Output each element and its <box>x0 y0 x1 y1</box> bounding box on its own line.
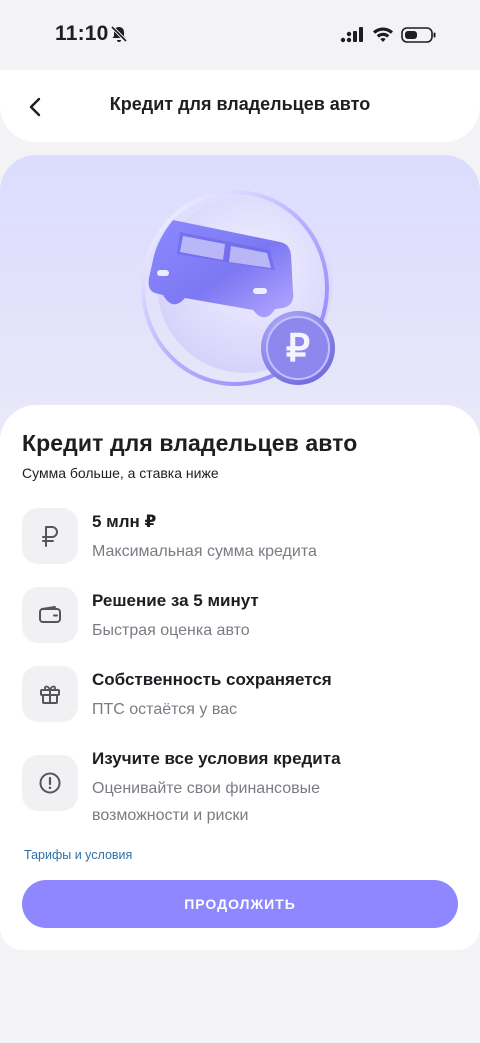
status-bar: 11:10 <box>0 0 480 70</box>
feature-icon-box <box>22 755 78 811</box>
wifi-icon <box>373 27 393 42</box>
feature-title: Изучите все условия кредита <box>92 749 341 768</box>
svg-text:₽: ₽ <box>286 328 310 370</box>
feature-description: ПТС остаётся у вас <box>92 701 238 718</box>
feature-description: Быстрая оценка авто <box>92 622 250 639</box>
car-coin-illustration: ₽ <box>141 190 335 386</box>
battery-icon <box>401 27 436 43</box>
feature-description: Оценивайте свои финансовые возможности и… <box>92 780 320 824</box>
feature-item-max-amount: 5 млн ₽ Максимальная сумма кредита <box>22 508 462 568</box>
feature-icon-box <box>22 508 78 564</box>
feature-title: Решение за 5 минут <box>92 591 259 610</box>
feature-item-terms-warning: Изучите все условия кредита Оценивайте с… <box>22 745 462 825</box>
hero-banner: ₽ <box>0 155 480 435</box>
bell-muted-icon <box>110 25 128 43</box>
product-subtitle: Сумма больше, а ставка ниже <box>22 465 219 481</box>
page-title: Кредит для владельцев авто <box>109 94 371 114</box>
feature-item-ownership: Собственность сохраняется ПТС остаётся у… <box>22 666 462 726</box>
tariffs-and-conditions-link[interactable]: Тарифы и условия <box>24 848 132 862</box>
header: Кредит для владельцев авто <box>0 70 480 142</box>
exclamation-circle-icon <box>39 772 61 794</box>
status-time: 11:10 <box>55 22 109 45</box>
feature-title: Собственность сохраняется <box>92 670 332 689</box>
feature-icon-box <box>22 666 78 722</box>
gift-icon <box>40 685 60 704</box>
feature-description: Максимальная сумма кредита <box>92 543 317 560</box>
product-title: Кредит для владельцев авто <box>22 430 358 456</box>
cellular-signal-icon <box>340 27 363 43</box>
continue-button[interactable]: ПРОДОЛЖИТЬ <box>22 880 458 928</box>
feature-title: 5 млн ₽ <box>92 512 157 531</box>
ruble-icon <box>42 526 58 547</box>
feature-item-decision-time: Решение за 5 минут Быстрая оценка авто <box>22 587 462 647</box>
feature-icon-box <box>22 587 78 643</box>
wallet-icon <box>39 606 61 623</box>
product-card: Кредит для владельцев авто Сумма больше,… <box>0 405 480 950</box>
